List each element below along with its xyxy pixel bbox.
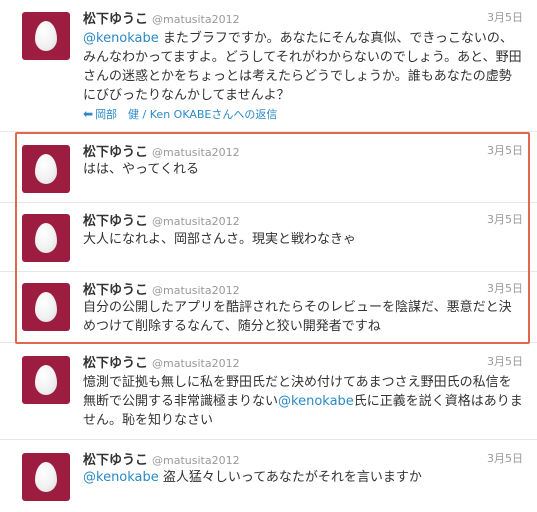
mention-link[interactable]: @kenokabe (278, 394, 354, 409)
user-handle[interactable]: @matusita2012 (152, 215, 240, 228)
avatar[interactable] (22, 214, 70, 262)
avatar[interactable] (22, 453, 70, 501)
tweet-text: @kenokabe 盗人猛々しいってあなたがそれを言いますか (83, 468, 523, 487)
avatar[interactable] (22, 283, 70, 331)
tweet-date[interactable]: 3月5日 (487, 9, 523, 27)
tweet-header: 松下ゆうこ @matusita2012 3月5日 (83, 211, 523, 229)
user-name[interactable]: 松下ゆうこ (83, 214, 148, 229)
tweet-item[interactable]: 松下ゆうこ @matusita2012 3月5日 大人になれよ、岡部さんさ。現実と… (0, 204, 537, 272)
in-reply-to-link[interactable]: ⬅ 岡部 健 / Ken OKABEさんへの返信 (83, 106, 277, 123)
reply-arrow-icon: ⬅ (83, 107, 94, 121)
egg-avatar-icon (35, 462, 57, 492)
tweet-item[interactable]: 松下ゆうこ @matusita2012 3月5日 @kenokabe 盗人猛々しい… (0, 441, 537, 512)
tweet-header: 松下ゆうこ @matusita2012 3月5日 (83, 280, 523, 298)
user-handle[interactable]: @matusita2012 (152, 357, 240, 370)
tweet-text: 自分の公開したアプリを酷評されたらそのレビューを陰謀だ、悪意だと決めつけて削除す… (83, 300, 512, 334)
mention-link[interactable]: @kenokabe (83, 470, 159, 485)
avatar[interactable] (22, 12, 70, 60)
egg-avatar-icon (35, 292, 57, 322)
tweet-header: 松下ゆうこ @matusita2012 3月5日 (83, 450, 523, 468)
user-handle[interactable]: @matusita2012 (152, 146, 240, 159)
tweet-date[interactable]: 3月5日 (487, 211, 523, 229)
tweet-text: @kenokabe またブラフですか。あなたにそんな真似、できっこないの、みんな… (83, 29, 523, 105)
user-handle[interactable]: @matusita2012 (152, 284, 240, 297)
egg-avatar-icon (35, 21, 57, 51)
tweet-text: はは、やってくれる (83, 162, 199, 177)
user-name[interactable]: 松下ゆうこ (83, 356, 148, 371)
tweet-date[interactable]: 3月5日 (487, 353, 523, 371)
tweet-item[interactable]: 松下ゆうこ @matusita2012 3月5日 はは、やってくれる (0, 133, 537, 203)
tweet-text: 大人になれよ、岡部さんさ。現実と戦わなきゃ (83, 232, 357, 247)
tweet-header: 松下ゆうこ @matusita2012 3月5日 (83, 142, 523, 160)
tweet-header: 松下ゆうこ @matusita2012 3月5日 (83, 353, 523, 371)
tweet-item[interactable]: 松下ゆうこ @matusita2012 3月5日 @kenokabe またブラフで… (0, 0, 537, 132)
tweet-timeline: 松下ゆうこ @matusita2012 3月5日 @kenokabe またブラフで… (0, 0, 537, 512)
user-handle[interactable]: @matusita2012 (152, 13, 240, 26)
egg-avatar-icon (35, 365, 57, 395)
tweet-date[interactable]: 3月5日 (487, 280, 523, 298)
reply-to-label: 岡部 健 / Ken OKABEさんへの返信 (95, 108, 278, 121)
avatar[interactable] (22, 356, 70, 404)
avatar[interactable] (22, 145, 70, 193)
user-handle[interactable]: @matusita2012 (152, 454, 240, 467)
user-name[interactable]: 松下ゆうこ (83, 145, 148, 160)
tweet-item[interactable]: 松下ゆうこ @matusita2012 3月5日 憶測で証拠も無しに私を野田氏だと… (0, 344, 537, 440)
user-name[interactable]: 松下ゆうこ (83, 453, 148, 468)
tweet-date[interactable]: 3月5日 (487, 450, 523, 468)
egg-avatar-icon (35, 223, 57, 253)
egg-avatar-icon (35, 154, 57, 184)
user-name[interactable]: 松下ゆうこ (83, 12, 148, 27)
tweet-header: 松下ゆうこ @matusita2012 3月5日 (83, 9, 523, 27)
tweet-text: 憶測で証拠も無しに私を野田氏だと決め付けてあまつさえ野田氏の私信を無断で公開する… (83, 373, 523, 430)
tweet-item[interactable]: 松下ゆうこ @matusita2012 3月5日 自分の公開したアプリを酷評された… (0, 273, 537, 343)
tweet-date[interactable]: 3月5日 (487, 142, 523, 160)
tweet-body: 盗人猛々しいってあなたがそれを言いますか (158, 470, 422, 485)
mention-link[interactable]: @kenokabe (83, 31, 159, 46)
user-name[interactable]: 松下ゆうこ (83, 283, 148, 298)
